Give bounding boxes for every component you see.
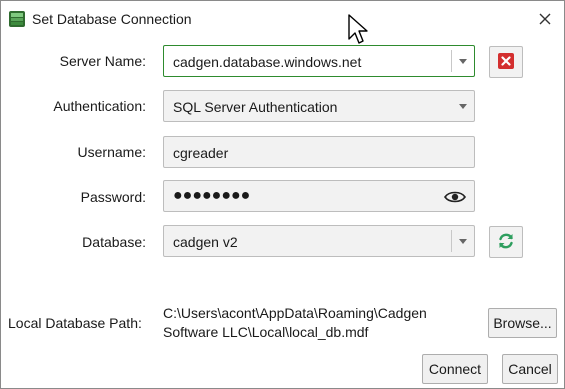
- red-x-clear-icon: [497, 52, 515, 73]
- combo-separator: [451, 50, 452, 72]
- local-path-line-1: C:\Users\acont\AppData\Roaming\Cadgen: [163, 305, 427, 321]
- chevron-down-icon: [459, 104, 467, 109]
- password-field[interactable]: ●●●●●●●●: [163, 180, 475, 212]
- database-label: Database:: [82, 234, 146, 250]
- chevron-down-icon[interactable]: [459, 59, 467, 64]
- server-name-value: cadgen.database.windows.net: [173, 54, 362, 70]
- cancel-button[interactable]: Cancel: [502, 354, 558, 384]
- database-app-icon: [8, 10, 26, 28]
- refresh-icon: [496, 231, 516, 254]
- password-label: Password:: [80, 189, 146, 205]
- username-field[interactable]: cgreader: [163, 136, 475, 168]
- password-mask: ●●●●●●●●: [173, 187, 251, 204]
- eye-icon[interactable]: [444, 189, 466, 205]
- local-path-line-2: Software LLC\Local\local_db.mdf: [163, 324, 369, 340]
- database-value: cadgen v2: [173, 234, 238, 250]
- username-label: Username:: [77, 144, 146, 160]
- local-path-value: C:\Users\acont\AppData\Roaming\Cadgen So…: [163, 304, 483, 342]
- window-title: Set Database Connection: [32, 11, 192, 27]
- authentication-select[interactable]: SQL Server Authentication: [163, 90, 475, 122]
- combo-separator: [451, 230, 452, 252]
- server-name-combobox[interactable]: cadgen.database.windows.net: [163, 45, 475, 77]
- authentication-label: Authentication:: [53, 98, 146, 114]
- username-value: cgreader: [173, 145, 229, 161]
- connect-button[interactable]: Connect: [422, 354, 488, 384]
- close-icon[interactable]: [532, 6, 558, 32]
- database-combobox[interactable]: cadgen v2: [163, 225, 475, 257]
- server-name-label: Server Name:: [59, 53, 146, 69]
- title-bar: Set Database Connection: [1, 1, 564, 37]
- chevron-down-icon[interactable]: [459, 239, 467, 244]
- refresh-database-button[interactable]: [489, 226, 523, 258]
- dialog-window: Set Database Connection Server Name: cad…: [0, 0, 565, 389]
- authentication-value: SQL Server Authentication: [173, 99, 338, 115]
- local-path-label: Local Database Path:: [8, 315, 142, 331]
- clear-server-button[interactable]: [489, 46, 523, 78]
- browse-button[interactable]: Browse...: [488, 308, 557, 338]
- mouse-pointer-icon: [347, 14, 369, 48]
